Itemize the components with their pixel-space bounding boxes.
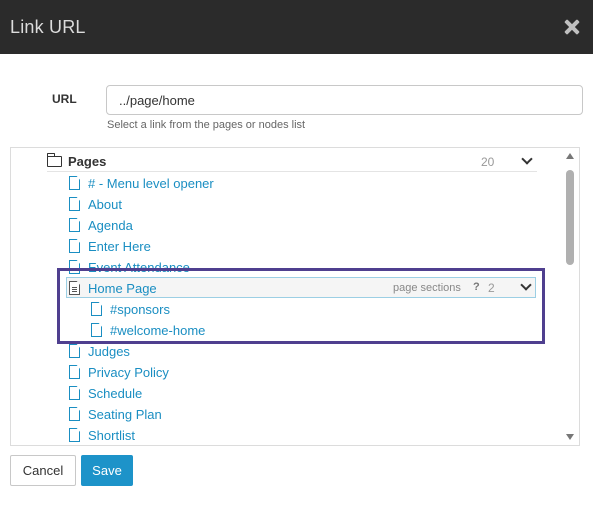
page-icon [69,176,80,190]
tree-item[interactable]: Event Attendance [69,257,190,277]
tree-item-label: Home Page [88,280,157,296]
page-icon [91,302,102,316]
page-sections-count: 2 [488,281,495,295]
page-text-icon [69,281,80,295]
page-tree: Pages 20 # - Menu level opener About Age… [10,147,580,446]
page-icon [69,407,80,421]
scrollbar-thumb[interactable] [566,170,574,265]
tree-item[interactable]: Judges [69,341,130,361]
page-icon [69,197,80,211]
folder-open-icon [47,153,62,167]
url-label: URL [52,92,77,106]
tree-item-label: Agenda [88,217,133,233]
chevron-down-icon[interactable] [521,153,533,165]
save-button[interactable]: Save [81,455,133,486]
close-icon[interactable] [561,16,583,38]
page-icon [69,218,80,232]
tree-item[interactable]: Schedule [69,383,142,403]
dialog-title: Link URL [10,16,86,37]
tree-root-count: 20 [481,155,495,169]
tree-item[interactable]: Privacy Policy [69,362,169,382]
help-icon[interactable]: ? [473,281,480,293]
url-help-text: Select a link from the pages or nodes li… [107,119,306,131]
page-icon [69,365,80,379]
tree-item[interactable]: Agenda [69,215,133,235]
tree-scrollbar[interactable] [561,148,579,445]
section-item[interactable]: #welcome-home [91,320,205,340]
tree-item-label: Enter Here [88,238,151,254]
url-input[interactable] [106,85,583,115]
tree-item-label: Judges [88,343,130,359]
tree-item[interactable]: Enter Here [69,236,151,256]
tree-root-pages[interactable]: Pages 20 [47,152,537,172]
scroll-up-arrow-icon[interactable] [566,153,574,159]
tree-root-label: Pages [68,154,107,169]
tree-item[interactable]: About [69,194,122,214]
tree-item[interactable]: Shortlist [69,425,135,445]
scroll-down-arrow-icon[interactable] [566,434,574,440]
page-icon [69,344,80,358]
tree-item-label: Event Attendance [88,259,190,275]
tree-item-label: # - Menu level opener [88,175,214,191]
tree-item[interactable]: # - Menu level opener [69,173,214,193]
page-icon [69,386,80,400]
chevron-down-icon[interactable] [520,279,532,291]
tree-item-label: Seating Plan [88,406,162,422]
page-icon [69,239,80,253]
tree-item-home-page-inner: Home Page [69,278,157,298]
tree-item-label: Schedule [88,385,143,401]
page-icon [69,428,80,442]
section-item[interactable]: #sponsors [91,299,170,319]
tree-item-label: Shortlist [88,427,135,443]
tree-item-label: Privacy Policy [88,364,169,380]
page-icon [69,260,80,274]
page-sections-label: page sections [393,282,461,294]
page-icon [91,323,102,337]
cancel-button[interactable]: Cancel [10,455,76,486]
section-item-label: #sponsors [110,301,170,317]
dialog-titlebar: Link URL [0,0,593,54]
tree-item[interactable]: Seating Plan [69,404,162,424]
tree-item-label: About [88,196,122,212]
tree-item-home-page[interactable]: Home Page page sections ? 2 [66,277,536,298]
section-item-label: #welcome-home [110,322,206,338]
